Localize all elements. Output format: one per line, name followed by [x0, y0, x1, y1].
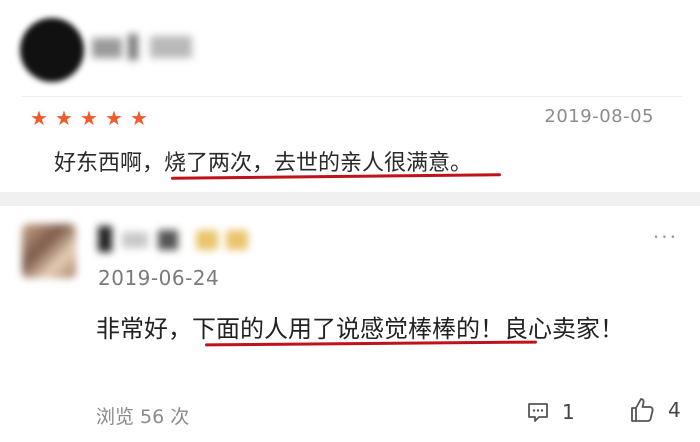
thumbs-up-icon: [628, 396, 656, 424]
comment-count: 1: [562, 400, 575, 424]
username-blurred[interactable]: [92, 38, 122, 58]
avatar[interactable]: [22, 224, 76, 278]
view-count: 浏览 56 次: [96, 406, 190, 428]
review-date: 2019-06-24: [98, 266, 220, 290]
more-icon[interactable]: ···: [653, 225, 678, 249]
comment-button[interactable]: 1: [526, 400, 575, 424]
avatar[interactable]: [20, 18, 84, 82]
like-count: 4: [668, 398, 681, 422]
star-icon: ★: [55, 106, 73, 130]
comment-icon: [526, 400, 550, 424]
review-text: 好东西啊，烧了两次，去世的亲人很满意。: [54, 151, 473, 176]
username-blurred: [150, 36, 192, 58]
username-blurred: [158, 230, 178, 250]
badge-blurred: [226, 230, 248, 250]
review-card-1: ★ ★ ★ ★ ★ 2019-08-05 好东西啊，烧了两次，去世的亲人很满意。: [0, 0, 700, 192]
divider: [0, 192, 700, 206]
username-blurred: [122, 232, 148, 248]
username-blurred: [128, 34, 138, 60]
star-icon: ★: [130, 106, 148, 130]
star-rating: ★ ★ ★ ★ ★: [30, 108, 150, 130]
username-blurred[interactable]: [98, 226, 112, 252]
star-icon: ★: [80, 106, 98, 130]
star-icon: ★: [105, 106, 123, 130]
like-button[interactable]: 4: [628, 396, 681, 424]
review-date: 2019-08-05: [544, 106, 654, 127]
star-icon: ★: [30, 106, 48, 130]
badge-blurred: [196, 230, 218, 250]
